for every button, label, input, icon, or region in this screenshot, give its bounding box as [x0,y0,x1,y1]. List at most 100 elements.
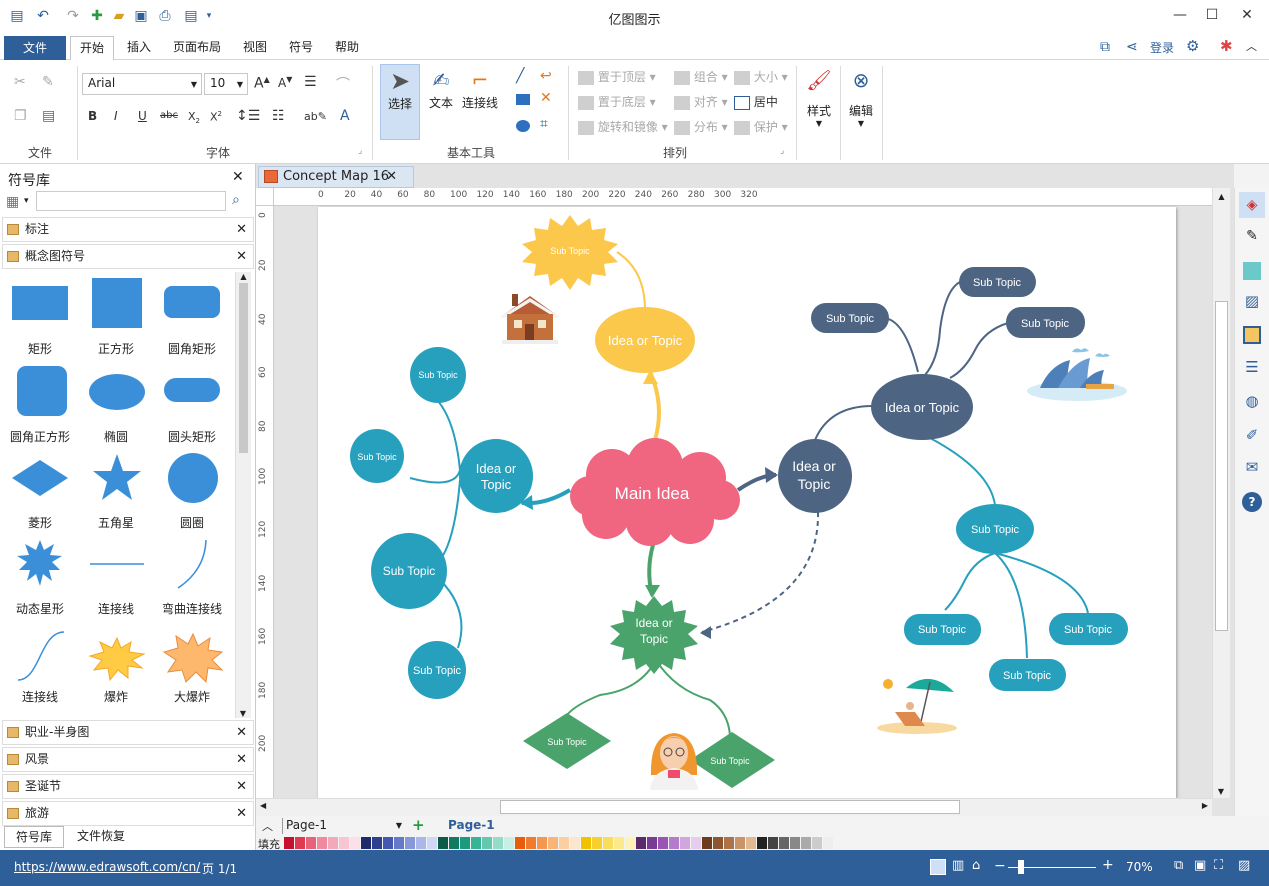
close-icon[interactable]: ✕ [236,218,247,241]
color-swatch[interactable] [394,837,404,849]
arrange-dialog-launcher-icon[interactable]: ⌟ [780,146,784,156]
color-swatch[interactable] [306,837,316,849]
font-dialog-launcher-icon[interactable]: ⌟ [358,146,362,156]
tab-symbol-library[interactable]: 符号库 [4,826,64,848]
app-brand-icon[interactable]: ✱ [1220,37,1233,55]
library-christmas[interactable]: 圣诞节 ✕ [2,774,254,799]
connector-line[interactable] [814,404,876,441]
library-travel[interactable]: 旅游 ✕ [2,801,254,826]
color-swatch[interactable] [592,837,602,849]
menu-insert[interactable]: 插入 [118,34,160,60]
image-icon[interactable]: ▨ [1241,292,1263,312]
align-text-icon[interactable]: ☰ [304,74,317,90]
shape-scrollbar[interactable]: ▲ ▼ [235,272,251,718]
color-swatch[interactable] [372,837,382,849]
house-clipart[interactable] [500,294,560,344]
full-screen-icon[interactable]: ⛶ [1214,858,1223,873]
resize-grip-icon[interactable]: ▨ [1238,858,1250,873]
close-icon[interactable]: ✕ [236,748,247,771]
color-swatch[interactable] [801,837,811,849]
zoom-in-button[interactable]: + [1102,857,1114,873]
color-swatch[interactable] [537,837,547,849]
color-swatch[interactable] [317,837,327,849]
color-swatch[interactable] [647,837,657,849]
color-swatch[interactable] [460,837,470,849]
bold-icon[interactable]: B [88,109,97,123]
color-swatch[interactable] [405,837,415,849]
scroll-thumb[interactable] [239,283,248,453]
format-painter-icon[interactable]: ✎ [42,74,54,90]
library-menu-icon[interactable]: ▦ [6,194,19,210]
library-career[interactable]: 职业-半身图 ✕ [2,720,254,745]
color-swatch[interactable] [361,837,371,849]
connector-line[interactable] [994,552,1089,614]
color-swatch[interactable] [636,837,646,849]
copy-icon[interactable]: ❐ [14,108,27,124]
menu-home[interactable]: 开始 [70,36,115,61]
connector-line[interactable] [924,281,961,376]
drawing-page[interactable]: Sub Topic Idea or Topic Main Idea Idea o… [318,207,1176,798]
menu-view[interactable]: 视图 [234,34,276,60]
share-icon[interactable]: ⋖ [1126,39,1138,55]
diamond-shape[interactable] [12,460,68,496]
curved-connector-shape[interactable] [177,539,207,589]
library-concept-map[interactable]: 概念图符号 ✕ [2,244,254,269]
protect-button[interactable]: 保护 ▾ [734,118,788,135]
color-swatch[interactable] [284,837,294,849]
color-swatch[interactable] [581,837,591,849]
color-swatch[interactable] [548,837,558,849]
comment-icon[interactable]: ✉ [1241,458,1263,478]
connector-line[interactable] [566,659,657,716]
menu-help[interactable]: 帮助 [326,34,368,60]
color-swatch[interactable] [823,837,833,849]
canvas-horizontal-scrollbar[interactable]: ◀ ▶ [256,798,1212,816]
color-swatch[interactable] [427,837,437,849]
send-back-button[interactable]: 置于底层 ▾ [578,93,656,110]
paste-icon[interactable]: ▤ [42,108,55,124]
fit-page-icon[interactable]: ⧉ [1174,858,1183,873]
scroll-right-icon[interactable]: ▶ [1202,801,1208,810]
scroll-up-icon[interactable]: ▲ [236,272,251,281]
color-swatch[interactable] [526,837,536,849]
select-tool-button[interactable]: ➤ 选择 [380,64,420,140]
arc-tool-icon[interactable]: ↩ [540,68,552,84]
grow-font-icon[interactable]: A▲ [254,75,270,92]
underline-icon[interactable]: U [138,109,147,123]
explosion-shape[interactable] [88,636,146,682]
library-menu-arrow-icon[interactable]: ▾ [24,196,29,206]
center-button[interactable]: 居中 [734,93,778,110]
superscript-icon[interactable]: X2 [210,110,222,124]
font-color-icon[interactable]: A [340,108,350,124]
point-tool-icon[interactable]: ✕ [540,90,552,106]
ellipse-tool-icon[interactable] [516,120,530,132]
color-swatch[interactable] [515,837,525,849]
color-swatch[interactable] [493,837,503,849]
text-path-icon[interactable]: ⌒ [336,74,350,94]
color-swatch[interactable] [449,837,459,849]
crop-tool-icon[interactable]: ⌗ [540,116,548,132]
cut-icon[interactable]: ✂ [14,74,26,90]
opera-house-clipart[interactable] [1027,348,1127,401]
shadow-icon[interactable] [1243,262,1261,280]
color-swatch[interactable] [614,837,624,849]
circle-shape[interactable] [168,453,218,503]
help-icon[interactable]: ? [1242,492,1262,512]
rectangle-shape[interactable] [12,286,68,320]
color-swatch[interactable] [295,837,305,849]
page-list-icon[interactable]: ☰ [1241,358,1263,378]
color-swatch[interactable] [746,837,756,849]
collapse-pages-icon[interactable]: ︿ [262,818,273,834]
search-icon[interactable]: ⌕ [232,192,240,208]
color-swatch[interactable] [482,837,492,849]
page-view-icon[interactable]: ▥ [952,858,964,873]
color-swatch[interactable] [768,837,778,849]
zoom-out-button[interactable]: − [994,858,1006,874]
edit-button[interactable]: ⊗ 编辑 ▼ [844,68,878,144]
menu-symbol[interactable]: 符号 [280,34,322,60]
menu-page-layout[interactable]: 页面布局 [164,34,230,60]
size-button[interactable]: 大小 ▾ [734,68,788,85]
add-page-icon[interactable]: + [412,816,425,834]
page-tab-active[interactable]: Page-1 [448,818,495,832]
woman-avatar-clipart[interactable] [650,733,698,790]
line-tool-icon[interactable]: ╱ [516,68,524,84]
